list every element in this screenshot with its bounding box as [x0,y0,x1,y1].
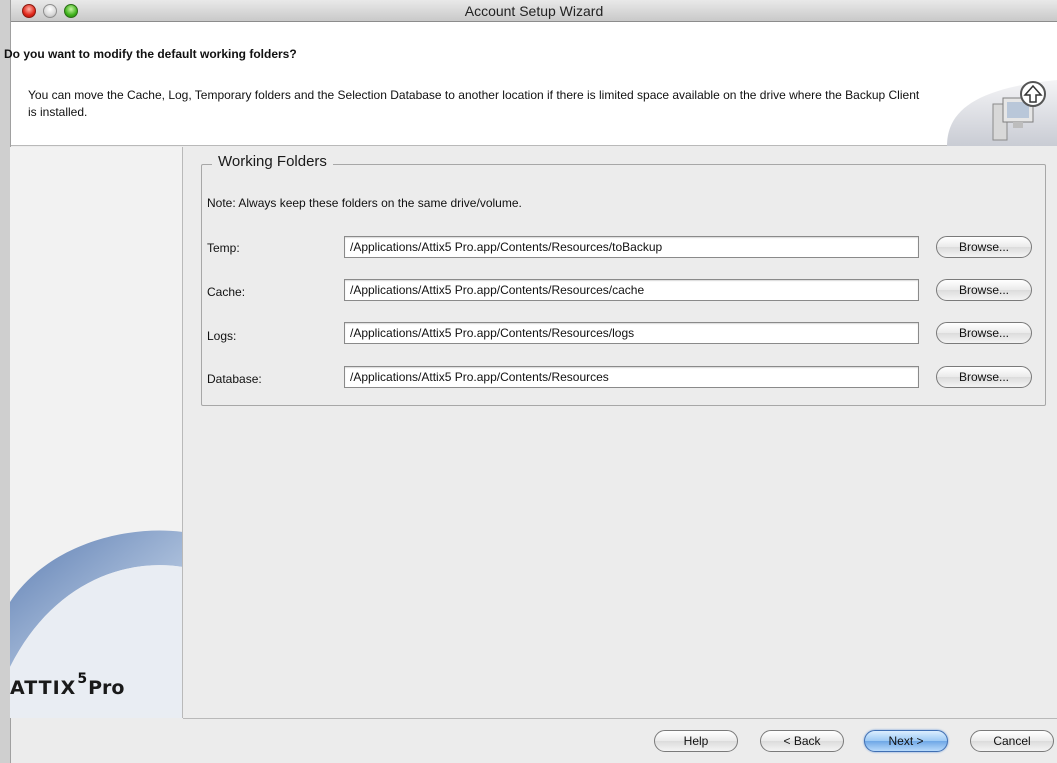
title-bar[interactable]: Account Setup Wizard [11,0,1057,22]
page-question: Do you want to modify the default workin… [4,47,297,61]
temp-browse-button[interactable]: Browse... [936,236,1032,258]
back-button[interactable]: < Back [760,730,844,752]
window-title: Account Setup Wizard [464,3,604,19]
database-browse-button[interactable]: Browse... [936,366,1032,388]
help-button[interactable]: Help [654,730,738,752]
cache-browse-button[interactable]: Browse... [936,279,1032,301]
computer-upload-icon [937,80,1057,146]
next-button[interactable]: Next > [864,730,948,752]
logs-browse-button[interactable]: Browse... [936,322,1032,344]
wizard-header [11,22,1057,146]
page-description: You can move the Cache, Log, Temporary f… [28,88,920,119]
cancel-button[interactable]: Cancel [970,730,1054,752]
